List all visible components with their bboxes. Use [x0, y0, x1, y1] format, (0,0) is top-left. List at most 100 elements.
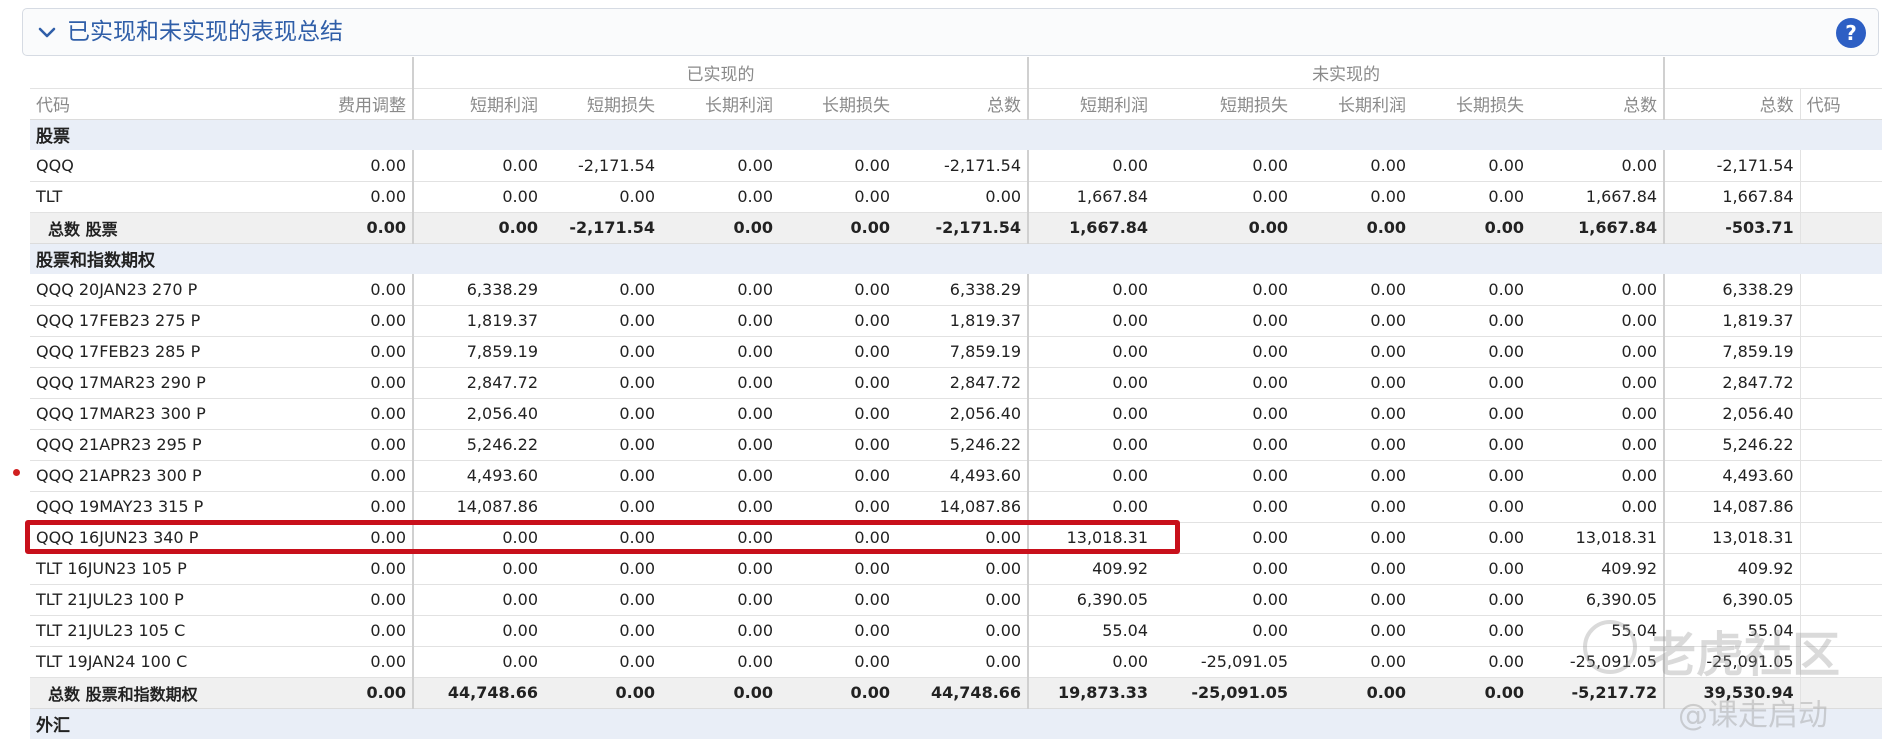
value-cell: 0.00	[1294, 305, 1413, 337]
symbol-cell: QQQ 17MAR23 300 P	[30, 398, 294, 430]
section-header: 股票	[30, 119, 1882, 150]
total-cell: 0.00	[1294, 677, 1413, 709]
value-cell: 0.00	[1412, 522, 1531, 554]
value-cell: 0.00	[294, 181, 413, 213]
value-cell: 0.00	[1530, 491, 1665, 523]
symbol-cell: TLT 21JUL23 100 P	[30, 584, 294, 616]
value-cell: 0.00	[1412, 584, 1531, 616]
table-row[interactable]: QQQ 21APR23 295 P 0.00 5,246.22 0.00 0.00 0.0…	[30, 429, 1882, 461]
column-header[interactable]: 代码	[1799, 87, 1882, 120]
value-cell: 1,819.37	[412, 305, 544, 337]
value-cell: 0.00	[661, 305, 779, 337]
value-cell: 7,859.19	[1663, 336, 1801, 368]
value-cell: 1,819.37	[896, 305, 1029, 337]
section-title: 股票	[30, 119, 1882, 150]
value-cell: 0.00	[1027, 646, 1155, 678]
section-title: 股票和指数期权	[30, 243, 1882, 274]
value-cell: 6,338.29	[1663, 274, 1801, 306]
value-cell: 0.00	[1530, 305, 1665, 337]
total-cell: 0.00	[661, 212, 779, 244]
column-header[interactable]: 长期损失	[779, 87, 896, 120]
value-cell: 0.00	[1412, 646, 1531, 678]
value-cell: 0.00	[544, 398, 661, 430]
value-cell: 0.00	[661, 584, 779, 616]
highlight-box	[25, 520, 1180, 554]
value-cell: 0.00	[779, 274, 896, 306]
value-cell: 0.00	[779, 491, 896, 523]
column-header[interactable]: 总数	[896, 87, 1029, 120]
column-header[interactable]: 费用调整	[294, 87, 413, 120]
column-header[interactable]: 代码	[30, 87, 294, 120]
table-row[interactable]: TLT 0.00 0.00 0.00 0.00 0.00 0.00 1,667.84 0.00 0…	[30, 181, 1882, 213]
value-cell: 0.00	[896, 181, 1029, 213]
value-cell: 0.00	[1294, 491, 1413, 523]
value-cell: 0.00	[1154, 615, 1295, 647]
value-cell: 0.00	[1027, 460, 1155, 492]
table-row[interactable]: QQQ 20JAN23 270 P 0.00 6,338.29 0.00 0.00 0.0…	[30, 274, 1882, 306]
column-header[interactable]: 长期利润	[661, 87, 779, 120]
total-cell: 0.00	[294, 212, 413, 244]
value-cell: 0.00	[1154, 150, 1295, 182]
table-row[interactable]: QQQ 17MAR23 290 P 0.00 2,847.72 0.00 0.00 0.0…	[30, 367, 1882, 399]
value-cell: 0.00	[779, 460, 896, 492]
value-cell: 2,847.72	[412, 367, 544, 399]
column-header[interactable]: 总数	[1663, 87, 1801, 120]
column-header[interactable]: 短期损失	[1154, 87, 1295, 120]
total-cell: 19,873.33	[1027, 677, 1155, 709]
value-cell: 0.00	[661, 553, 779, 585]
value-cell	[1799, 460, 1882, 492]
value-cell: 0.00	[294, 274, 413, 306]
table-row[interactable]: QQQ 17FEB23 285 P 0.00 7,859.19 0.00 0.00 0.0…	[30, 336, 1882, 368]
value-cell: 0.00	[1294, 367, 1413, 399]
value-cell	[1799, 398, 1882, 430]
table-row[interactable]: QQQ 17MAR23 300 P 0.00 2,056.40 0.00 0.00 0.0…	[30, 398, 1882, 430]
value-cell	[1799, 584, 1882, 616]
value-cell: 0.00	[1530, 274, 1665, 306]
value-cell: 6,390.05	[1663, 584, 1801, 616]
value-cell: 0.00	[1294, 646, 1413, 678]
value-cell: 0.00	[1154, 584, 1295, 616]
column-header[interactable]: 短期利润	[1027, 87, 1155, 120]
value-cell: 0.00	[1154, 336, 1295, 368]
value-cell: 2,056.40	[1663, 398, 1801, 430]
value-cell: 0.00	[544, 274, 661, 306]
value-cell: 409.92	[1663, 553, 1801, 585]
value-cell: 0.00	[661, 429, 779, 461]
value-cell: 0.00	[661, 615, 779, 647]
table-row[interactable]: QQQ 0.00 0.00 -2,171.54 0.00 0.00 -2,171.54 0.0…	[30, 150, 1882, 182]
table-row[interactable]: QQQ 19MAY23 315 P 0.00 14,087.86 0.00 0.00 0.…	[30, 491, 1882, 523]
value-cell	[1799, 181, 1882, 213]
value-cell: 0.00	[1154, 274, 1295, 306]
value-cell: 0.00	[1027, 398, 1155, 430]
total-cell: 0.00	[544, 677, 661, 709]
value-cell: 0.00	[294, 367, 413, 399]
column-header[interactable]: 长期利润	[1294, 87, 1413, 120]
column-header[interactable]: 短期利润	[412, 87, 544, 120]
table-row[interactable]: TLT 21JUL23 100 P 0.00 0.00 0.00 0.00 0.00 0.0…	[30, 584, 1882, 616]
total-cell: 0.00	[779, 212, 896, 244]
total-row: 总数 股票 0.00 0.00 -2,171.54 0.00 0.00 -2,171.54 1…	[30, 212, 1882, 244]
chevron-down-icon[interactable]	[37, 22, 57, 42]
help-icon[interactable]: ?	[1836, 18, 1866, 48]
value-cell: 0.00	[1294, 615, 1413, 647]
total-label: 总数 股票	[30, 212, 294, 244]
table-row[interactable]: QQQ 17FEB23 275 P 0.00 1,819.37 0.00 0.00 0.0…	[30, 305, 1882, 337]
total-cell: 1,667.84	[1027, 212, 1155, 244]
column-header[interactable]: 短期损失	[544, 87, 661, 120]
value-cell: 0.00	[1412, 553, 1531, 585]
value-cell: 0.00	[661, 181, 779, 213]
total-label: 总数 股票和指数期权	[30, 677, 294, 709]
value-cell: 0.00	[779, 305, 896, 337]
column-header[interactable]: 长期损失	[1412, 87, 1531, 120]
total-cell: 0.00	[412, 212, 544, 244]
value-cell: 0.00	[1027, 305, 1155, 337]
value-cell: 0.00	[1294, 429, 1413, 461]
value-cell: 5,246.22	[1663, 429, 1801, 461]
total-cell: -503.71	[1663, 212, 1801, 244]
column-header[interactable]: 总数	[1530, 87, 1665, 120]
value-cell: 0.00	[1412, 491, 1531, 523]
table-row[interactable]: TLT 16JUN23 105 P 0.00 0.00 0.00 0.00 0.00 0.0…	[30, 553, 1882, 585]
value-cell: 0.00	[1294, 522, 1413, 554]
value-cell: 0.00	[661, 274, 779, 306]
table-row[interactable]: QQQ 21APR23 300 P 0.00 4,493.60 0.00 0.00 0.0…	[30, 460, 1882, 492]
